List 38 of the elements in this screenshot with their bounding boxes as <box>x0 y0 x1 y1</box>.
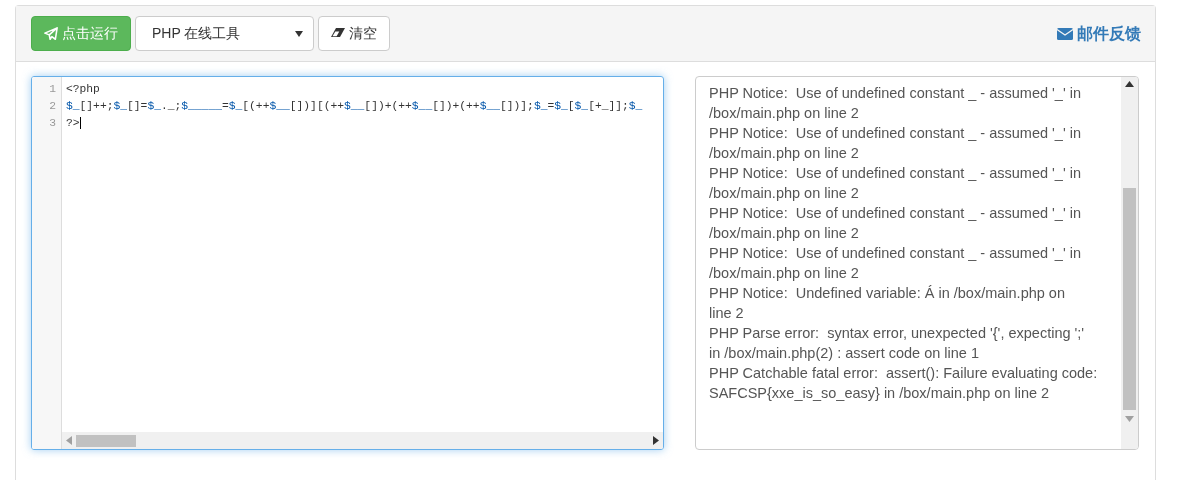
output-line: PHP Notice: Use of undefined constant _ - assumed '_' in <box>709 205 1081 221</box>
output-line: PHP Notice: Use of undefined constant _ - assumed '_' in <box>709 165 1081 181</box>
scrollbar-thumb[interactable] <box>1123 188 1136 410</box>
output-line: PHP Parse error: syntax error, unexpected '{', expecting ';' <box>709 325 1085 341</box>
up-arrow-icon[interactable] <box>1125 81 1134 87</box>
line-number: 1 <box>48 82 57 97</box>
output-line: /box/main.php on line 2 <box>709 145 859 161</box>
code-line: $_[]++;$_[]=$_._;$_____=$_[(++$__[])][(++$__[])+(++$__[])+(++$__[])];$_=$_[$_[+_]];$_ <box>66 100 643 112</box>
envelope-icon <box>1057 27 1073 40</box>
scrollbar-thumb[interactable] <box>76 434 136 447</box>
output-line: PHP Notice: Undefined variable: Á in /box/main.php on <box>709 285 1065 301</box>
output-line: in /box/main.php(2) : assert code on line 1 <box>709 345 979 361</box>
output-line: PHP Notice: Use of undefined constant _ - assumed '_' in <box>709 85 1081 101</box>
code-editor[interactable]: 1 2 3 <?php $_[]++;$_[]=$_._;$_____=$_[(++$__[])][(++$__[])+(++$__[])+(++$__[])];$_=$_[$_[+_]];$_ ?> <box>31 76 664 450</box>
output-line: SAFCSP{xxe_is_so_easy} in /box/main.php on line 2 <box>709 385 1050 401</box>
paper-plane-icon <box>44 26 58 41</box>
clear-button[interactable]: 清空 <box>318 16 390 51</box>
horizontal-scrollbar[interactable] <box>62 432 663 449</box>
code-line: <?php <box>66 83 100 95</box>
left-arrow-icon[interactable] <box>66 436 72 445</box>
line-number: 3 <box>48 116 57 131</box>
output-line: PHP Notice: Use of undefined constant _ - assumed '_' in <box>709 125 1081 141</box>
output-line: line 2 <box>709 305 744 321</box>
dropdown-arrow-icon <box>295 30 303 37</box>
language-select[interactable]: PHP 在线工具 <box>135 16 314 51</box>
output-line: /box/main.php on line 2 <box>709 265 859 281</box>
code-line: ?> <box>66 117 80 129</box>
output-line: /box/main.php on line 2 <box>709 185 859 201</box>
output-line: PHP Notice: Use of undefined constant _ - assumed '_' in <box>709 245 1081 261</box>
output-line: /box/main.php on line 2 <box>709 225 859 241</box>
feedback-link[interactable]: 邮件反馈 <box>1057 21 1141 46</box>
output-line: PHP Catchable fatal error: assert(): Failure evaluating code: <box>709 365 1098 381</box>
eraser-icon <box>331 28 345 39</box>
line-number: 2 <box>48 99 57 114</box>
right-arrow-icon[interactable] <box>653 436 659 445</box>
down-arrow-icon[interactable] <box>1125 416 1134 422</box>
output-line: /box/main.php on line 2 <box>709 105 859 121</box>
vertical-scrollbar[interactable] <box>1121 77 1138 449</box>
